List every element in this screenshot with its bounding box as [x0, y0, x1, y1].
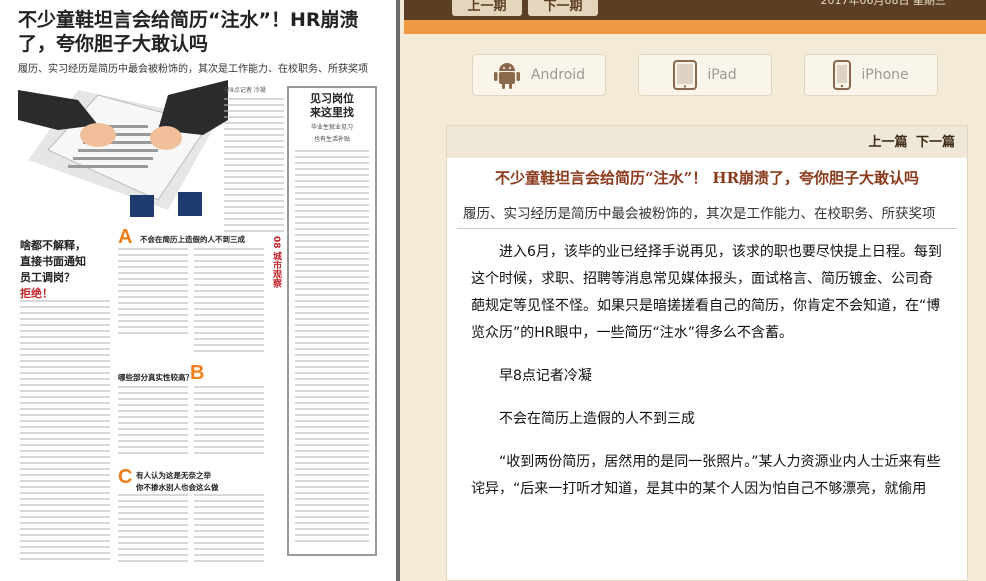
- android-label: Android: [530, 67, 586, 83]
- article-subtitle: 履历、实习经历是简历中最会被粉饰的，其次是工作能力、在校职务、所获奖项: [463, 206, 936, 222]
- article-paragraph: “收到两份简历，居然用的是同一张照片。”某人力资源业内人士近来有些诧异，“后来一…: [471, 454, 941, 497]
- tablet-icon: [673, 60, 698, 90]
- next-issue-button[interactable]: 下一期: [528, 0, 598, 16]
- ipad-app-button[interactable]: iPad: [638, 54, 772, 96]
- issue-nav-bar: 上一期 下一期 2017年06月08日 星期三: [404, 0, 986, 20]
- newspaper-section-a-head: 不会在简历上造假的人不到三成: [140, 235, 245, 244]
- accent-strip: [404, 20, 986, 34]
- newspaper-text-col2: [118, 248, 188, 338]
- newspaper-text-col5: [194, 386, 264, 458]
- handshake-illustration: [18, 80, 228, 217]
- newspaper-page-image: 不少童鞋坦言会给简历“注水”！HR崩溃了，夸你胆子大敢认吗 履历、实习经历是简历…: [0, 0, 400, 581]
- article-body: 进入6月，该毕的业已经择手说再见，该求的职也要尽快提上日程。每到这个时候，求职、…: [447, 229, 967, 503]
- newspaper-text-col7: [194, 494, 264, 566]
- article-section-heading: 不会在简历上造假的人不到三成: [499, 411, 695, 427]
- newspaper-sidebar: 见习岗位 来这里找 毕业生就业见习 也有生活补贴: [287, 86, 377, 556]
- newspaper-byline: 早8点记者 冷凝: [224, 86, 284, 236]
- newspaper-section-b-letter: B: [190, 362, 205, 384]
- article-paragraph: 进入6月，该毕的业已经择手说再见，该求的职也要尽快提上日程。每到这个时候，求职、…: [471, 244, 942, 341]
- article-panel: 上一篇 下一篇 不少童鞋坦言会给简历“注水”！ HR崩溃了，夸你胆子大敢认吗 履…: [446, 125, 968, 581]
- newspaper-section-b-head: 哪些部分真实性较高？: [118, 373, 193, 382]
- prev-issue-button[interactable]: 上一期: [452, 0, 522, 16]
- newspaper-section-a-letter: A: [118, 226, 133, 248]
- newspaper-text-col4: [118, 386, 188, 458]
- ipad-label: iPad: [707, 67, 737, 83]
- android-icon: [493, 63, 520, 89]
- next-article-link[interactable]: 下一篇: [916, 135, 955, 150]
- newspaper-pull-quote: 啥都不解释， 直接书面通知 员工调岗？ 拒绝！: [20, 239, 86, 300]
- newspaper-section-c-letter: C: [118, 466, 133, 488]
- prev-article-link[interactable]: 上一篇: [868, 135, 907, 150]
- issue-date: 2017年06月08日 星期三: [820, 0, 947, 7]
- newspaper-page-number: 08 城市观察: [271, 236, 281, 288]
- newspaper-headline: 不少童鞋坦言会给简历“注水”！HR崩溃了，夸你胆子大敢认吗: [18, 9, 359, 55]
- article-title: 不少童鞋坦言会给简历“注水”！ HR崩溃了，夸你胆子大敢认吗: [494, 169, 920, 187]
- article-byline: 早8点记者冷凝: [499, 368, 592, 384]
- article-nav: 上一篇 下一篇: [447, 126, 967, 158]
- newspaper-section-c-head1: 有人认为这是无奈之举: [136, 471, 211, 480]
- iphone-label: iPhone: [861, 67, 909, 83]
- newspaper-lead: 履历、实习经历是简历中最会被粉饰的，其次是工作能力、在校职务、所获奖项: [18, 64, 368, 75]
- newspaper-section-c-head2: 你不掺水别人也会这么做: [136, 483, 219, 492]
- newspaper-text-col6: [118, 494, 188, 566]
- phone-icon: [833, 60, 852, 90]
- android-app-button[interactable]: Android: [472, 54, 606, 96]
- newspaper-text-col1: [20, 300, 110, 562]
- newspaper-text-col3: [194, 248, 264, 356]
- iphone-app-button[interactable]: iPhone: [804, 54, 938, 96]
